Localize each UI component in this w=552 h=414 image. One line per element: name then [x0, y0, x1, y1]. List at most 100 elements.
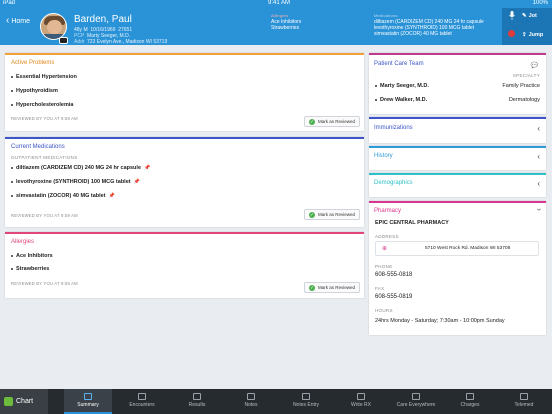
card-accent	[369, 117, 546, 119]
problem-item[interactable]: Essential Hypertension	[11, 74, 77, 80]
mark-as-reviewed-button[interactable]: ✓ Mark as Reviewed	[304, 209, 361, 220]
header-medications[interactable]: Medications diltiazem (CARDIZEM CD) 240 …	[374, 13, 484, 37]
jot-button[interactable]: ✎ Jot	[522, 13, 537, 19]
check-icon: ✓	[309, 284, 315, 291]
check-icon: ✓	[309, 211, 315, 218]
care-team-member[interactable]: Drew Walker, M.D.	[375, 97, 427, 103]
header-allergies[interactable]: Allergies Ace Inhibitors Strawberries	[271, 13, 301, 31]
tab-write-rx[interactable]: Write RX	[335, 389, 387, 414]
pin-icon[interactable]: 📌	[134, 179, 140, 185]
card-accent	[369, 201, 546, 203]
tab-encounters[interactable]: Encounters	[114, 389, 170, 414]
card-accent	[369, 53, 546, 55]
pharmacy-name: EPIC CENTRAL PHARMACY	[375, 220, 449, 226]
patient-name: Barden, Paul	[74, 14, 132, 25]
member-specialty: Dermatology	[508, 97, 540, 103]
chevron-left-icon: ‹	[537, 179, 540, 188]
immunizations-section[interactable]: Immunizations ‹	[369, 117, 546, 143]
card-accent	[5, 53, 364, 55]
tab-results[interactable]: Results	[172, 389, 222, 414]
mark-label: Mark as Reviewed	[318, 119, 356, 124]
pharmacy-card: Pharmacy ‹ EPIC CENTRAL PHARMACY ADDRESS…	[369, 201, 546, 335]
care-everywhere-icon	[412, 393, 420, 400]
home-button[interactable]: ‹ Home	[6, 16, 30, 26]
mark-as-reviewed-button[interactable]: ✓ Mark as Reviewed	[304, 116, 361, 127]
header-allergy-item: Strawberries	[271, 25, 300, 31]
tab-notes-entry[interactable]: Notes Entry	[280, 389, 332, 414]
jump-button[interactable]: ⇪ Jump	[522, 32, 543, 38]
status-bar: iPad 9:41 AM 100%	[0, 0, 552, 8]
card-title: Pharmacy	[374, 208, 402, 214]
pencil-icon: ✎	[522, 13, 527, 19]
problem-item[interactable]: Hypercholesterolemia	[11, 102, 73, 108]
patient-address: 723 Evelyn Ave., Madison WI 53719	[87, 39, 168, 45]
camera-icon[interactable]	[59, 37, 68, 44]
section-title: Demographics	[374, 180, 413, 186]
allergy-item[interactable]: Ace Inhibitors	[11, 253, 53, 259]
card-accent	[5, 232, 364, 234]
pharmacy-address-row[interactable]: ⊕ 5710 West Rock Rd. Madison WI 53708	[375, 241, 539, 256]
card-title: Active Problems	[11, 60, 55, 66]
medication-item[interactable]: levothyroxine (SYNTHROID) 100 MCG tablet…	[11, 179, 140, 185]
phone-label: PHONE	[375, 264, 393, 269]
check-icon: ✓	[309, 118, 315, 125]
chevron-down-icon[interactable]: ‹	[534, 208, 543, 211]
microphone-icon[interactable]	[509, 11, 515, 20]
card-title: Allergies	[11, 239, 35, 245]
section-title: History	[374, 153, 393, 159]
pin-icon[interactable]: 📌	[109, 193, 115, 199]
avatar[interactable]	[40, 13, 67, 40]
bottom-tab-bar: Chart Summary Encounters Results Notes N…	[0, 389, 552, 414]
chart-button[interactable]: Chart	[0, 389, 48, 414]
member-specialty: Family Practice	[502, 83, 540, 89]
record-icon[interactable]	[508, 30, 515, 37]
mark-label: Mark as Reviewed	[318, 285, 356, 290]
care-team-member[interactable]: Marty Seeger, M.D.	[375, 83, 429, 89]
mark-as-reviewed-button[interactable]: ✓ Mark as Reviewed	[304, 282, 361, 293]
tab-telemed[interactable]: Telemed	[499, 389, 549, 414]
app-logo-icon	[4, 397, 13, 406]
chart-label: Chart	[16, 398, 34, 405]
address-label: ADDRESS	[375, 234, 399, 239]
share-icon: ⇪	[522, 32, 527, 38]
patient-demographics: 48y M 10/16/1969 27651 PCP Marty Seeger, …	[74, 27, 167, 45]
medication-item[interactable]: diltiazem (CARDIZEM CD) 240 MG 24 hr cap…	[11, 165, 150, 171]
fax-label: FAX	[375, 286, 385, 291]
notes-icon	[247, 393, 255, 400]
pharmacy-phone[interactable]: 608-555-0818	[375, 272, 412, 278]
pin-icon[interactable]: 📌	[144, 165, 150, 171]
mark-label: Mark as Reviewed	[318, 212, 356, 217]
header-med-item: simvastatin (ZOCOR) 40 MG tablet	[374, 31, 452, 37]
allergies-card: Allergies Ace Inhibitors Strawberries RE…	[5, 232, 364, 298]
medication-item[interactable]: simvastatin (ZOCOR) 40 MG tablet 📌	[11, 193, 115, 199]
battery-level: 100%	[532, 0, 548, 6]
home-label: Home	[11, 17, 31, 25]
tab-care-everywhere[interactable]: Care Everywhere	[390, 389, 442, 414]
jump-label: Jump	[528, 32, 544, 38]
tab-notes[interactable]: Notes	[225, 389, 277, 414]
results-icon	[193, 393, 201, 400]
tab-charges[interactable]: Charges	[446, 389, 494, 414]
allergy-item[interactable]: Strawberries	[11, 266, 49, 272]
reviewed-status: REVIEWED BY YOU AT 9:59 AM	[11, 281, 78, 286]
specialty-heading: SPECIALTY	[512, 73, 540, 78]
jot-label: Jot	[528, 13, 537, 19]
pharmacy-hours: 24hrs Monday - Saturday; 7:30am - 10:00p…	[375, 318, 505, 324]
section-title: Immunizations	[374, 125, 413, 131]
quick-actions: ✎ Jot ⇪ Jump	[502, 8, 552, 45]
pharmacy-address: 5710 West Rock Rd. Madison WI 53708	[425, 246, 511, 251]
device-name: iPad	[3, 0, 16, 6]
chat-icon[interactable]: 💬	[531, 62, 538, 69]
problem-item[interactable]: Hypothyroidism	[11, 88, 58, 94]
patient-header: ‹ Home Barden, Paul 48y M 10/16/1969 276…	[0, 8, 552, 45]
prescription-icon	[357, 393, 365, 400]
demographics-section[interactable]: Demographics ‹	[369, 173, 546, 197]
video-icon	[520, 393, 528, 400]
active-problems-card: Active Problems Essential Hypertension H…	[5, 53, 364, 131]
current-medications-card: Current Medications OUTPATIENT MEDICATIO…	[5, 137, 364, 227]
tab-summary[interactable]: Summary	[64, 389, 112, 414]
history-section[interactable]: History ‹	[369, 146, 546, 170]
card-title: Current Medications	[11, 144, 65, 150]
pharmacy-fax: 608-555-0819	[375, 294, 413, 300]
card-accent	[369, 146, 546, 148]
